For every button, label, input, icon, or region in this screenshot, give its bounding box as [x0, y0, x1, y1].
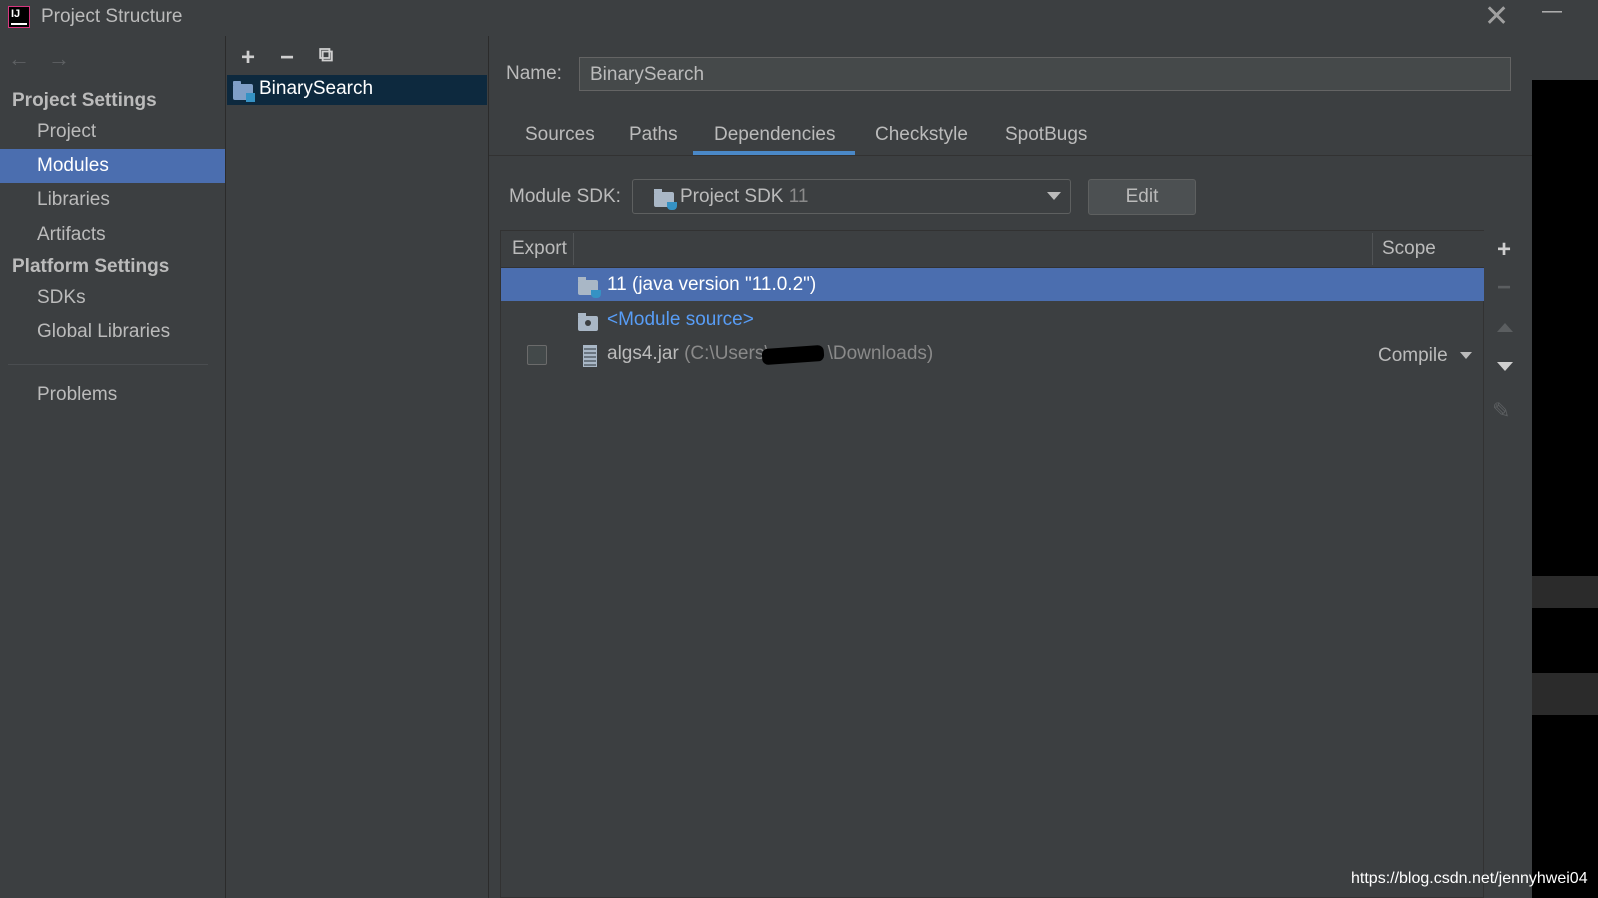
module-name-input[interactable]: BinarySearch [579, 57, 1511, 91]
jdk-folder-icon [578, 277, 601, 298]
close-icon[interactable]: ✕ [1484, 2, 1509, 32]
add-dependency-icon[interactable]: + [1493, 236, 1515, 264]
sidebar-item-problems[interactable]: Problems [0, 378, 225, 412]
table-header [501, 231, 1484, 268]
title-bar [0, 0, 1532, 36]
column-header-scope[interactable]: Scope [1382, 238, 1436, 260]
sdk-folder-icon [654, 189, 677, 210]
sidebar-item-project[interactable]: Project [0, 115, 225, 149]
sidebar-item-artifacts[interactable]: Artifacts [0, 218, 225, 252]
module-sdk-version: 11 [788, 186, 809, 207]
chevron-down-icon[interactable] [1460, 352, 1472, 359]
jar-icon [583, 345, 597, 367]
column-divider [1372, 233, 1373, 265]
tab-sources[interactable]: Sources [525, 124, 595, 146]
sidebar-item-modules[interactable]: Modules [0, 149, 225, 183]
jdk-row-label: 11 (java version "11.0.2") [607, 274, 817, 295]
watermark-url: https://blog.csdn.net/jennyhwei04 [1351, 870, 1588, 887]
active-tab-indicator [693, 151, 855, 155]
jar-path-prefix: (C:\Users\ [684, 343, 770, 364]
module-source-row[interactable]: <Module source> [607, 309, 754, 331]
remove-dependency-icon[interactable]: − [1493, 274, 1515, 302]
add-module-icon[interactable]: + [237, 44, 259, 72]
column-divider [573, 233, 574, 265]
name-label: Name: [506, 63, 562, 84]
window-title: Project Structure [41, 6, 183, 27]
sidebar-item-libraries[interactable]: Libraries [0, 183, 225, 217]
move-up-icon[interactable] [1497, 323, 1513, 332]
tab-spotbugs[interactable]: SpotBugs [1005, 124, 1087, 146]
move-down-icon[interactable] [1497, 362, 1513, 371]
project-settings-heading: Project Settings [12, 90, 157, 111]
module-source-folder-icon [578, 313, 598, 331]
export-checkbox[interactable] [527, 345, 547, 365]
edit-pencil-icon[interactable]: ✎ [1492, 398, 1510, 424]
sidebar-item-sdks[interactable]: SDKs [0, 281, 225, 315]
sidebar-divider [8, 364, 208, 365]
remove-module-icon[interactable]: − [276, 44, 298, 72]
copy-module-icon[interactable]: ⧉ [315, 44, 337, 67]
jar-path-suffix: \Downloads) [827, 343, 934, 364]
module-sdk-label: Module SDK: [509, 186, 621, 207]
chevron-down-icon[interactable] [1047, 192, 1061, 200]
modules-list-panel [226, 36, 489, 898]
edit-sdk-button[interactable]: Edit [1088, 179, 1196, 215]
platform-settings-heading: Platform Settings [12, 256, 170, 277]
tab-paths[interactable]: Paths [629, 124, 678, 146]
module-folder-icon [233, 81, 255, 102]
tabs-divider [489, 155, 1532, 156]
tab-dependencies[interactable]: Dependencies [714, 124, 835, 146]
jar-name: algs4.jar [607, 343, 679, 364]
module-label: BinarySearch [259, 78, 374, 99]
sidebar-item-global-libraries[interactable]: Global Libraries [0, 315, 225, 349]
forward-arrow-icon[interactable]: → [48, 46, 70, 72]
scope-dropdown[interactable]: Compile [1378, 345, 1448, 367]
tab-checkstyle[interactable]: Checkstyle [875, 124, 968, 146]
column-header-export[interactable]: Export [512, 238, 567, 260]
back-arrow-icon[interactable]: ← [8, 46, 30, 72]
background-window: — [1532, 0, 1598, 898]
intellij-app-icon: IJ [8, 6, 30, 28]
minimize-icon[interactable]: — [1542, 0, 1562, 23]
module-sdk-value: Project SDK 11 [680, 186, 809, 207]
